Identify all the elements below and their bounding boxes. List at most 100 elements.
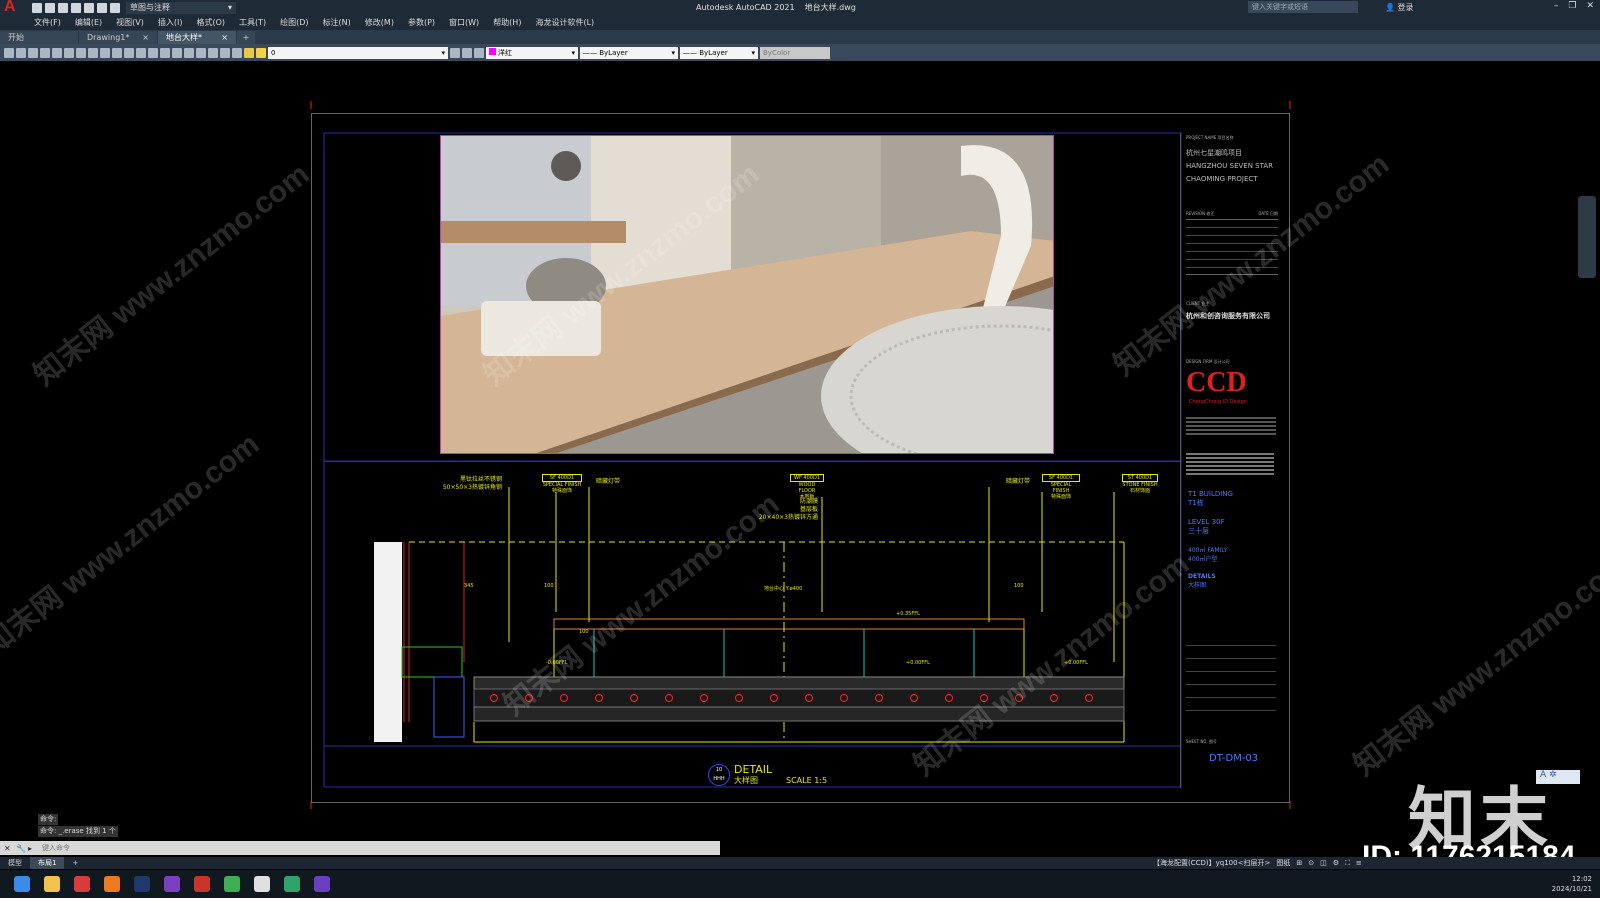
redo-icon[interactable] bbox=[148, 47, 158, 58]
plot-icon[interactable] bbox=[97, 2, 107, 13]
menu-dimension[interactable]: 标注(N) bbox=[323, 17, 351, 28]
open-icon[interactable] bbox=[16, 47, 26, 58]
menu-parametric[interactable]: 参数(P) bbox=[408, 17, 435, 28]
linetype-dropdown[interactable]: —— ByLayer ▾ bbox=[580, 46, 678, 59]
menu-modify[interactable]: 修改(M) bbox=[365, 17, 394, 28]
menu-insert[interactable]: 插入(I) bbox=[158, 17, 183, 28]
zoom-previous-icon[interactable] bbox=[196, 47, 206, 58]
close-icon[interactable]: ✕ bbox=[1586, 1, 1594, 11]
layer-state-icon[interactable] bbox=[474, 47, 484, 58]
new-icon[interactable] bbox=[32, 2, 42, 13]
app-icon[interactable] bbox=[164, 876, 180, 892]
wechat-icon[interactable] bbox=[284, 876, 300, 892]
heating-pipe bbox=[735, 694, 743, 702]
navigation-bar[interactable] bbox=[1578, 196, 1596, 278]
menu-edit[interactable]: 编辑(E) bbox=[75, 17, 102, 28]
menu-file[interactable]: 文件(F) bbox=[34, 17, 61, 28]
block-editor-icon[interactable] bbox=[124, 47, 134, 58]
tool-palettes-icon[interactable] bbox=[232, 47, 242, 58]
command-input[interactable] bbox=[42, 842, 682, 854]
details-cn: 大样图 bbox=[1188, 582, 1207, 589]
tab-layout1[interactable]: 布局1 bbox=[30, 857, 65, 869]
fullscreen-icon[interactable]: ⛶ bbox=[1345, 859, 1350, 868]
restore-icon[interactable]: ❐ bbox=[1568, 1, 1576, 11]
polar-icon[interactable]: ⊙ bbox=[1308, 859, 1314, 867]
autocad-icon[interactable] bbox=[254, 876, 270, 892]
workspace-switcher[interactable]: 草图与注释 ▾ bbox=[126, 1, 236, 14]
layer-previous-icon[interactable] bbox=[462, 47, 472, 58]
close-icon[interactable]: × bbox=[221, 33, 228, 42]
print-icon[interactable] bbox=[110, 2, 120, 13]
new-icon[interactable] bbox=[4, 47, 14, 58]
plus-icon: + bbox=[242, 33, 250, 42]
zoom-window-icon[interactable] bbox=[184, 47, 194, 58]
menu-draw[interactable]: 绘图(D) bbox=[280, 17, 308, 28]
photoshop-icon[interactable] bbox=[134, 876, 150, 892]
tab-drawing1[interactable]: Drawing1* × bbox=[79, 31, 157, 44]
menu-tools[interactable]: 工具(T) bbox=[239, 17, 266, 28]
window-controls: – ❐ ✕ bbox=[1554, 1, 1594, 11]
lineweight-dropdown[interactable]: —— ByLayer ▾ bbox=[680, 46, 758, 59]
app-icon[interactable] bbox=[74, 876, 90, 892]
menu-window[interactable]: 窗口(W) bbox=[449, 17, 479, 28]
open-icon[interactable] bbox=[45, 2, 55, 13]
preview-icon[interactable] bbox=[52, 47, 62, 58]
paper-space-toggle[interactable]: 图纸 bbox=[1276, 858, 1290, 868]
tab-platform-detail[interactable]: 地台大样* × bbox=[158, 31, 236, 44]
layer-on-icon[interactable] bbox=[256, 47, 266, 58]
match-properties-icon[interactable] bbox=[112, 47, 122, 58]
add-layout-button[interactable]: + bbox=[64, 857, 86, 869]
color-dropdown[interactable]: 洋红 ▾ bbox=[486, 46, 578, 59]
chrome-icon[interactable] bbox=[224, 876, 240, 892]
save-as-icon[interactable] bbox=[71, 2, 81, 13]
tag-desc-cn: 特殊面饰 bbox=[551, 488, 572, 494]
copy-icon[interactable] bbox=[88, 47, 98, 58]
plugin-status[interactable]: 【海龙配置(CCD)】yq100<扫层开> bbox=[1153, 858, 1270, 868]
file-explorer-icon[interactable] bbox=[44, 876, 60, 892]
print-icon[interactable] bbox=[40, 47, 50, 58]
close-icon[interactable]: ✕ bbox=[4, 844, 12, 853]
command-history-line: 命令: bbox=[38, 814, 59, 825]
minimize-icon[interactable]: – bbox=[1554, 1, 1559, 11]
workspace-gear-icon[interactable]: ⚙ bbox=[1333, 859, 1339, 867]
heating-pipe bbox=[560, 694, 568, 702]
design-center-icon[interactable] bbox=[220, 47, 230, 58]
layer-dropdown[interactable]: 0 ▾ bbox=[268, 46, 448, 59]
firefox-icon[interactable] bbox=[104, 876, 120, 892]
search-input[interactable]: 键入关键字或短语 bbox=[1248, 1, 1358, 13]
cut-icon[interactable] bbox=[76, 47, 86, 58]
web-mobile-icon[interactable] bbox=[84, 2, 94, 13]
close-icon[interactable]: × bbox=[142, 33, 149, 42]
menu-view[interactable]: 视图(V) bbox=[116, 17, 144, 28]
wrench-icon[interactable]: 🔧 bbox=[16, 844, 26, 853]
menu-format[interactable]: 格式(O) bbox=[196, 17, 225, 28]
customize-icon[interactable]: ≡ bbox=[1356, 859, 1362, 867]
menu-help[interactable]: 帮助(H) bbox=[493, 17, 521, 28]
tab-start[interactable]: 开始 bbox=[0, 31, 78, 44]
windows-start-icon[interactable] bbox=[14, 876, 30, 892]
layer-properties-icon[interactable] bbox=[244, 47, 254, 58]
paste-icon[interactable] bbox=[100, 47, 110, 58]
zoom-realtime-icon[interactable] bbox=[172, 47, 182, 58]
menu-hailong[interactable]: 海龙设计软件(L) bbox=[535, 17, 594, 28]
snap-icon[interactable]: ⊞ bbox=[1296, 859, 1302, 867]
wps-icon[interactable] bbox=[194, 876, 210, 892]
ccd-logo: CCD bbox=[1186, 367, 1247, 398]
publish-icon[interactable] bbox=[64, 47, 74, 58]
save-icon[interactable] bbox=[58, 2, 68, 13]
system-clock[interactable]: 12:02 2024/10/21 bbox=[1552, 874, 1592, 894]
make-current-icon[interactable] bbox=[450, 47, 460, 58]
signin-button[interactable]: 👤 登录 bbox=[1385, 2, 1414, 13]
pan-icon[interactable] bbox=[160, 47, 170, 58]
save-icon[interactable] bbox=[28, 47, 38, 58]
new-tab-button[interactable]: + bbox=[237, 31, 255, 44]
properties-icon[interactable] bbox=[208, 47, 218, 58]
tag-stone-finish: ST 400D1 STONE FINISH 石材饰面 bbox=[1122, 474, 1158, 494]
label-steel-tube: 20×40×3热镀锌方通 bbox=[758, 514, 818, 521]
undo-icon[interactable] bbox=[136, 47, 146, 58]
app-icon[interactable] bbox=[314, 876, 330, 892]
clock-date: 2024/10/21 bbox=[1551, 885, 1592, 893]
workspace-label: 草图与注释 bbox=[130, 3, 170, 12]
osnap-icon[interactable]: ◫ bbox=[1320, 859, 1327, 867]
tab-model[interactable]: 模型 bbox=[0, 857, 30, 869]
